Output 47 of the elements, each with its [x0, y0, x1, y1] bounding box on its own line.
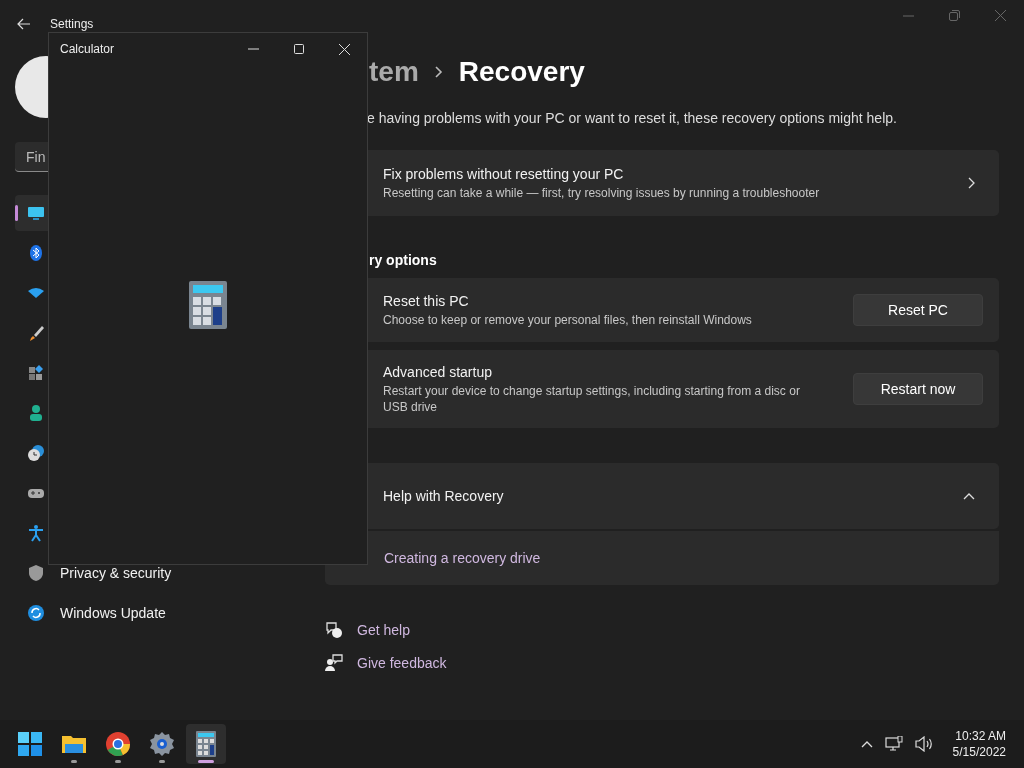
chevron-right-icon	[434, 66, 443, 78]
chrome-icon	[105, 731, 131, 757]
apps-icon	[27, 364, 45, 382]
calculator-icon	[193, 731, 219, 757]
shield-icon	[27, 564, 45, 582]
clock[interactable]: 10:32 AM 5/15/2022	[952, 728, 1006, 760]
section-title: ry options	[369, 252, 438, 268]
action-button[interactable]: Reset PC	[853, 294, 983, 326]
windows-logo-icon	[18, 732, 42, 756]
page-description: e having problems with your PC or want to reset it, these recovery options might help.	[367, 110, 898, 126]
footer-link[interactable]: Get help	[357, 622, 410, 638]
page-title: Recovery	[458, 56, 585, 88]
brush-icon	[27, 324, 45, 342]
option-description: Choose to keep or remove your personal files, then reinstall Windows	[383, 311, 753, 328]
person-icon	[27, 404, 45, 422]
nav-item[interactable]: Privacy & security	[15, 555, 305, 591]
breadcrumb-parent[interactable]: tem	[369, 56, 419, 88]
restore-icon[interactable]	[949, 10, 960, 21]
chevron-right-icon	[968, 177, 975, 189]
window-title: Settings	[50, 17, 94, 31]
help-chat-icon	[325, 621, 343, 639]
back-icon[interactable]	[17, 18, 31, 30]
option-title: Advanced startup	[383, 363, 493, 380]
maximize-icon[interactable]	[294, 44, 304, 54]
action-button[interactable]: Restart now	[853, 373, 983, 405]
accessibility-icon	[27, 524, 45, 542]
update-icon	[27, 604, 45, 622]
window-title: Calculator	[60, 42, 115, 56]
chevron-up-icon[interactable]	[860, 740, 873, 748]
footer-link[interactable]: Give feedback	[357, 655, 447, 671]
bluetooth-icon	[27, 244, 45, 262]
option-title: Reset this PC	[383, 292, 470, 309]
display-icon	[27, 204, 45, 222]
option-description: Restart your device to change startup settings, including starting from a disc or USB drive	[383, 382, 801, 415]
clock-globe-icon	[27, 444, 45, 462]
taskbar-app[interactable]	[186, 724, 226, 764]
card-title: Fix problems without resetting your PC	[383, 165, 625, 182]
network-icon[interactable]	[884, 736, 903, 752]
calculator-icon	[189, 280, 227, 329]
volume-icon[interactable]	[914, 736, 933, 752]
feedback-icon	[325, 654, 343, 672]
help-link[interactable]: Creating a recovery drive	[384, 550, 541, 566]
chevron-up-icon	[963, 492, 975, 500]
help-title: Help with Recovery	[383, 488, 504, 504]
card-description: Resetting can take a while — first, try resolving issues by running a troubleshooter	[383, 184, 821, 201]
gear-icon	[149, 731, 175, 757]
nav-item[interactable]: Windows Update	[15, 595, 305, 631]
